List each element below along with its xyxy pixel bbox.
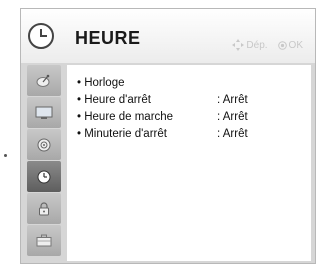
osd-menu: HEURE Dép. OK • Horloge • Heure d'arrêt … [20,8,316,264]
clock-icon [28,23,54,49]
category-sidebar [27,65,61,261]
move-hint-label: Dép. [246,39,268,51]
sidebar-item-channels[interactable] [27,65,61,96]
sidebar-item-time[interactable] [27,161,61,192]
ok-button-icon [277,40,287,50]
menu-row-off-time[interactable]: • Heure d'arrêt : Arrêt [77,94,248,106]
menu-row-on-time[interactable]: • Heure de marche : Arrêt [77,111,248,123]
row-label: • Minuterie d'arrêt [77,128,167,140]
row-label: • Horloge [77,77,125,89]
speaker-icon [37,138,51,151]
ok-hint-label: OK [288,39,303,51]
sidebar-item-picture[interactable] [27,97,61,128]
briefcase-icon [36,234,52,247]
key-hints: Dép. OK [232,39,303,51]
sidebar-item-lock[interactable] [27,193,61,224]
tv-screen-icon [35,106,53,119]
menu-row-sleep-timer[interactable]: • Minuterie d'arrêt : Arrêt [77,128,248,140]
ok-hint: OK [277,39,303,51]
satellite-dish-icon [36,74,50,87]
row-label: • Heure d'arrêt [77,94,151,106]
menu-header: HEURE Dép. OK [21,9,315,63]
navigation-arrows-icon [232,39,245,51]
menu-title: HEURE [75,28,141,48]
row-value: : Arrêt [217,111,248,123]
pointer-dot [4,154,7,157]
row-value: : Arrêt [217,128,248,140]
lock-icon [39,201,49,215]
sidebar-item-options[interactable] [27,225,61,256]
sidebar-item-audio[interactable] [27,129,61,160]
clock-icon [37,170,51,183]
move-hint: Dép. [232,39,268,51]
menu-row-clock[interactable]: • Horloge [77,77,125,89]
row-label: • Heure de marche [77,111,174,123]
row-value: : Arrêt [217,94,248,106]
time-settings-panel: • Horloge • Heure d'arrêt : Arrêt • Heur… [67,65,311,261]
